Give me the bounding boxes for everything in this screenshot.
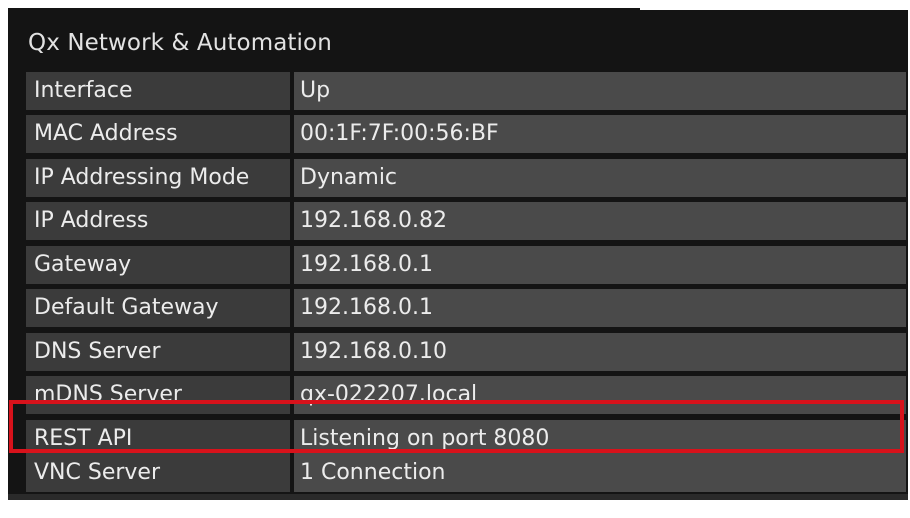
row-value: qx-022207.local <box>300 382 478 407</box>
network-panel: Qx Network & Automation Interface Up MAC… <box>8 8 908 494</box>
row-label: MAC Address <box>34 121 178 146</box>
row-label: Interface <box>34 78 133 103</box>
row-label-cell: DNS Server <box>26 333 290 371</box>
row-label: IP Address <box>34 208 149 233</box>
row-label: DNS Server <box>34 339 161 364</box>
row-label-cell: MAC Address <box>26 115 290 153</box>
row-label-cell: IP Address <box>26 202 290 240</box>
row-mac-address: MAC Address 00:1F:7F:00:56:BF <box>26 115 906 153</box>
row-value: 192.168.0.82 <box>300 208 447 233</box>
row-value: Listening on port 8080 <box>300 426 550 451</box>
row-label-cell: IP Addressing Mode <box>26 159 290 197</box>
row-label-cell: REST API <box>26 420 290 458</box>
row-value: 192.168.0.10 <box>300 339 447 364</box>
row-value-cell: Listening on port 8080 <box>294 420 906 458</box>
row-label-cell: Interface <box>26 72 290 110</box>
row-ip-addressing-mode: IP Addressing Mode Dynamic <box>26 159 906 197</box>
row-interface: Interface Up <box>26 72 906 110</box>
row-value-cell: 00:1F:7F:00:56:BF <box>294 115 906 153</box>
row-label-cell: Default Gateway <box>26 289 290 327</box>
top-right-margin <box>640 0 910 10</box>
row-label: VNC Server <box>34 460 161 485</box>
row-value-cell: Up <box>294 72 906 110</box>
row-label-cell: VNC Server <box>26 454 290 492</box>
row-default-gateway: Default Gateway 192.168.0.1 <box>26 289 906 327</box>
row-label: Default Gateway <box>34 295 219 320</box>
row-gateway: Gateway 192.168.0.1 <box>26 246 906 284</box>
row-label-cell: mDNS Server <box>26 376 290 414</box>
panel-bottom-edge <box>8 494 908 500</box>
row-value-cell: qx-022207.local <box>294 376 906 414</box>
panel-title: Qx Network & Automation <box>28 30 332 56</box>
row-dns-server: DNS Server 192.168.0.10 <box>26 333 906 371</box>
row-rest-api: REST API Listening on port 8080 <box>26 420 906 458</box>
row-value: Dynamic <box>300 165 398 190</box>
row-label: mDNS Server <box>34 382 182 407</box>
row-value: 00:1F:7F:00:56:BF <box>300 121 499 146</box>
row-label: IP Addressing Mode <box>34 165 250 190</box>
row-mdns-server: mDNS Server qx-022207.local <box>26 376 906 414</box>
row-label: REST API <box>34 426 133 451</box>
row-ip-address: IP Address 192.168.0.82 <box>26 202 906 240</box>
row-label-cell: Gateway <box>26 246 290 284</box>
row-label: Gateway <box>34 252 132 277</box>
row-value-cell: 192.168.0.1 <box>294 289 906 327</box>
row-vnc-server: VNC Server 1 Connection <box>26 454 906 492</box>
row-value-cell: 192.168.0.1 <box>294 246 906 284</box>
row-value: 192.168.0.1 <box>300 295 433 320</box>
row-value: Up <box>300 78 331 103</box>
row-value: 1 Connection <box>300 460 446 485</box>
row-value-cell: 192.168.0.82 <box>294 202 906 240</box>
row-value-cell: 192.168.0.10 <box>294 333 906 371</box>
row-value-cell: 1 Connection <box>294 454 906 492</box>
row-value: 192.168.0.1 <box>300 252 433 277</box>
row-value-cell: Dynamic <box>294 159 906 197</box>
